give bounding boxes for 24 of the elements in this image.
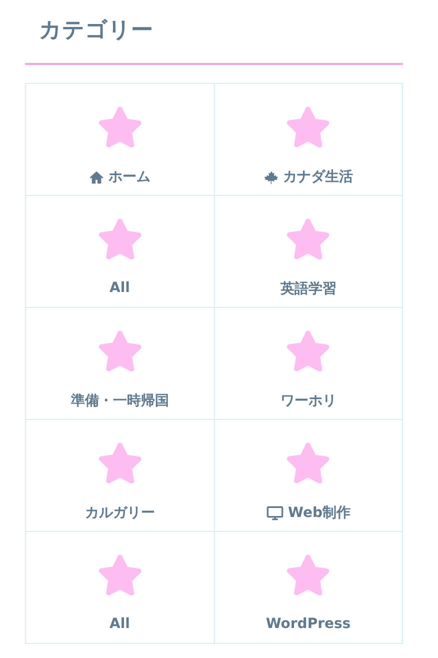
category-label: 準備・一時帰国 [70,392,169,410]
category-label: カナダ生活 [282,168,353,186]
house-icon [89,170,104,184]
category-label: ホーム [108,168,150,186]
category-label: Web制作 [288,504,350,522]
category-link[interactable]: カルガリー [26,420,214,532]
category-link[interactable]: All [26,532,214,644]
category-label: ワーホリ [280,392,336,410]
category-label: WordPress [266,616,351,632]
category-link[interactable]: All [26,196,214,308]
category-label: 英語学習 [280,280,336,298]
category-label: All [110,280,130,296]
monitor-icon [266,506,284,520]
category-link[interactable]: 準備・一時帰国 [26,308,214,420]
category-link[interactable]: 英語学習 [214,196,403,308]
category-link[interactable]: ワーホリ [214,308,403,420]
category-link[interactable]: カナダ生活 [214,84,403,196]
category-link[interactable]: WordPress [214,532,403,644]
category-label: カルガリー [84,504,155,522]
maple-leaf-icon [264,170,279,184]
category-link[interactable]: Web制作 [214,420,403,532]
category-label: All [110,616,130,632]
category-link[interactable]: ホーム [26,84,214,196]
widget-title: カテゴリー [39,17,154,45]
